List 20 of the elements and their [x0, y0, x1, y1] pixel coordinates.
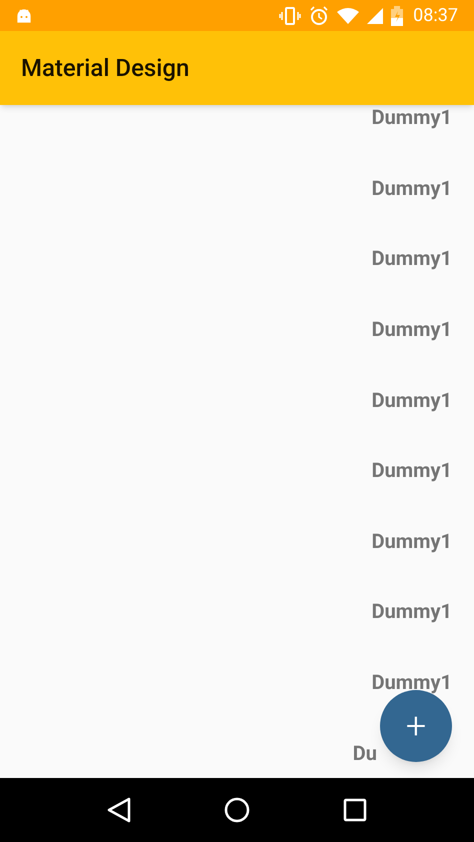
android-icon [16, 8, 32, 22]
home-icon[interactable] [224, 797, 250, 823]
recents-icon[interactable] [343, 798, 368, 822]
vibrate-icon [279, 6, 302, 24]
list-item-text[interactable]: Dummy1 [372, 247, 452, 270]
list-item-text[interactable]: Dummy1 [372, 600, 452, 622]
app-title: Material Design [21, 53, 190, 84]
alarm-icon [309, 6, 330, 26]
battery-icon [391, 6, 404, 26]
wifi-icon [337, 8, 360, 24]
list-item-text[interactable]: Dummy1 [372, 176, 452, 199]
back-icon[interactable] [106, 797, 131, 823]
signal-icon [367, 8, 384, 24]
list-item-text[interactable]: Dummy1 [372, 530, 452, 552]
list-item-text[interactable]: Dummy1 [372, 318, 452, 340]
list-item-text[interactable]: Du [352, 742, 377, 764]
status-time: 08:37 [413, 4, 458, 28]
list-item-text[interactable]: Dummy1 [372, 459, 452, 482]
list-item-text[interactable]: Dummy1 [372, 106, 452, 128]
list-item-text[interactable]: Dummy1 [372, 388, 452, 411]
